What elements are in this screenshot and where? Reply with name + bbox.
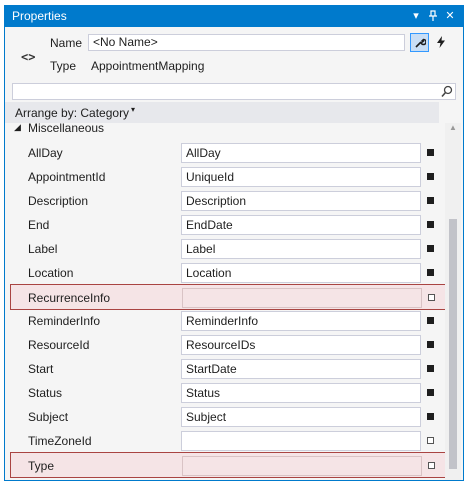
- lightning-icon: [436, 36, 446, 51]
- property-value-field[interactable]: Description: [181, 191, 421, 211]
- pin-icon[interactable]: [426, 8, 440, 24]
- property-row[interactable]: Status Status: [5, 381, 445, 405]
- property-row[interactable]: Description Description: [5, 189, 445, 213]
- property-value-field[interactable]: Label: [181, 239, 421, 259]
- collapse-arrow-icon[interactable]: ◢: [14, 122, 21, 133]
- property-marker-icon[interactable]: [427, 389, 434, 396]
- property-grid: ◢ Miscellaneous AllDay AllDay AppointmentI…: [5, 121, 463, 480]
- property-marker-icon[interactable]: [427, 437, 434, 444]
- property-marker-icon[interactable]: [427, 413, 434, 420]
- property-marker-icon[interactable]: [427, 245, 434, 252]
- scroll-up-icon[interactable]: ▲: [449, 123, 457, 132]
- property-marker-icon[interactable]: [427, 269, 434, 276]
- property-value-field[interactable]: ResourceIDs: [181, 335, 421, 355]
- events-button[interactable]: [431, 33, 450, 52]
- property-name: RecurrenceInfo: [28, 291, 111, 305]
- property-row[interactable]: Start StartDate: [5, 357, 445, 381]
- code-icon: <>: [21, 50, 36, 64]
- name-label: Name: [50, 36, 83, 50]
- property-marker-icon[interactable]: [428, 462, 435, 469]
- property-name: ReminderInfo: [28, 314, 101, 328]
- property-name: Status: [28, 386, 63, 400]
- type-label: Type: [50, 59, 77, 73]
- property-row[interactable]: End EndDate: [5, 213, 445, 237]
- property-row[interactable]: Label Label: [5, 237, 445, 261]
- property-value-field[interactable]: EndDate: [181, 215, 421, 235]
- property-value-field[interactable]: ReminderInfo: [181, 311, 421, 331]
- property-value-field[interactable]: [181, 431, 421, 451]
- property-value-field[interactable]: Status: [181, 383, 421, 403]
- chevron-down-icon: ▾: [131, 105, 136, 114]
- property-name: Start: [28, 362, 54, 376]
- property-name: End: [28, 218, 50, 232]
- property-name: Label: [28, 242, 58, 256]
- property-value-field[interactable]: UniqueId: [181, 167, 421, 187]
- property-marker-icon[interactable]: [427, 221, 434, 228]
- search-input[interactable]: [12, 83, 456, 100]
- dropdown-icon[interactable]: ▾: [409, 8, 423, 24]
- property-marker-icon[interactable]: [427, 317, 434, 324]
- property-value-field[interactable]: Location: [181, 263, 421, 283]
- property-marker-icon[interactable]: [427, 365, 434, 372]
- properties-window: Properties ▾ ✕ <> Name <No Name> Type Ap…: [4, 5, 464, 481]
- category-miscellaneous[interactable]: ◢ Miscellaneous: [5, 121, 445, 137]
- search-icon[interactable]: [441, 83, 453, 101]
- property-row[interactable]: ReminderInfo ReminderInfo: [5, 309, 445, 333]
- property-value-field[interactable]: AllDay: [181, 143, 421, 163]
- arrange-by-label: Arrange by: Category: [15, 106, 130, 120]
- property-row[interactable]: AppointmentId UniqueId: [5, 165, 445, 189]
- vertical-scrollbar[interactable]: ▲: [445, 123, 461, 480]
- property-row[interactable]: TimeZoneId: [5, 429, 445, 453]
- arrange-by-dropdown[interactable]: Arrange by: Category ▾: [5, 102, 439, 123]
- property-value-field[interactable]: Subject: [181, 407, 421, 427]
- property-marker-icon[interactable]: [427, 341, 434, 348]
- property-name: Location: [28, 266, 74, 280]
- property-row[interactable]: ResourceId ResourceIDs: [5, 333, 445, 357]
- property-name: Description: [28, 194, 89, 208]
- property-marker-icon[interactable]: [427, 197, 434, 204]
- property-name: AppointmentId: [28, 170, 106, 184]
- property-row[interactable]: RecurrenceInfo: [10, 284, 447, 310]
- property-name: TimeZoneId: [28, 434, 92, 448]
- property-name: Subject: [28, 410, 69, 424]
- property-value-field[interactable]: [182, 288, 422, 308]
- title-bar[interactable]: Properties ▾ ✕: [5, 6, 463, 27]
- scroll-thumb[interactable]: [449, 219, 457, 469]
- property-value-field[interactable]: StartDate: [181, 359, 421, 379]
- property-marker-icon[interactable]: [428, 294, 435, 301]
- object-header: <> Name <No Name> Type AppointmentMappin…: [5, 27, 463, 79]
- property-row[interactable]: Location Location: [5, 261, 445, 285]
- property-row[interactable]: Subject Subject: [5, 405, 445, 429]
- wrench-icon: [414, 38, 427, 52]
- property-row[interactable]: Type: [10, 452, 447, 478]
- property-marker-icon[interactable]: [427, 149, 434, 156]
- property-name: AllDay: [28, 146, 63, 160]
- property-row[interactable]: AllDay AllDay: [5, 141, 445, 165]
- property-name: ResourceId: [28, 338, 90, 352]
- close-icon[interactable]: ✕: [443, 8, 457, 24]
- property-name: Type: [28, 459, 55, 473]
- category-label: Miscellaneous: [28, 121, 105, 135]
- property-value-field[interactable]: [182, 456, 422, 476]
- properties-button[interactable]: [410, 33, 429, 52]
- type-value: AppointmentMapping: [91, 59, 205, 73]
- property-marker-icon[interactable]: [427, 173, 434, 180]
- name-field[interactable]: <No Name>: [88, 34, 405, 51]
- window-title: Properties: [12, 9, 67, 23]
